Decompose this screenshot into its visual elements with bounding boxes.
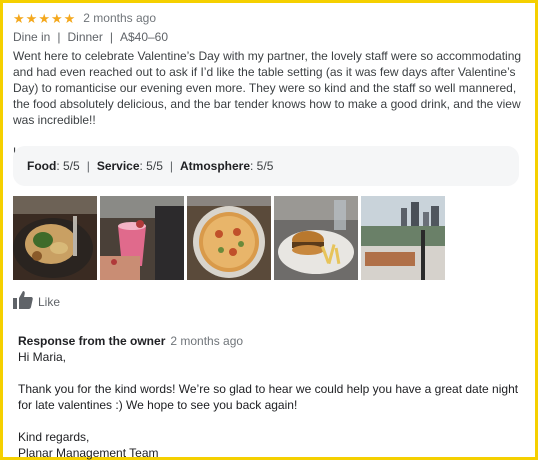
- pink-cocktail-photo[interactable]: [100, 196, 184, 280]
- meta-price-range: A$40–60: [119, 30, 169, 44]
- sub-ratings: Food : 5/5 | Service : 5/5 | Atmosphere …: [13, 146, 519, 186]
- meta-service-type: Dine in: [13, 30, 51, 44]
- food-rating-value: : 5/5: [56, 159, 80, 173]
- rating-divider: |: [86, 159, 90, 173]
- meta-meal-type: Dinner: [67, 30, 103, 44]
- service-rating-value: : 5/5: [139, 159, 163, 173]
- owner-response-time: 2 months ago: [170, 334, 244, 348]
- review-meta: Dine in | Dinner | A$40–60: [13, 30, 168, 44]
- food-dish-photo[interactable]: [13, 196, 97, 280]
- review-time: 2 months ago: [83, 11, 156, 25]
- atmosphere-rating-value: : 5/5: [250, 159, 274, 173]
- review-text: Went here to celebrate Valentine’s Day w…: [13, 49, 522, 159]
- review-card: ★ ★ ★ ★ ★ 2 months ago Dine in | Dinner …: [0, 0, 538, 460]
- burger-and-fries-photo[interactable]: [274, 196, 358, 280]
- pizza-photo[interactable]: [187, 196, 271, 280]
- rating-divider: |: [169, 159, 173, 173]
- owner-response-text: Hi Maria, Thank you for the kind words! …: [18, 350, 519, 460]
- meta-divider: |: [109, 30, 113, 44]
- review-header: ★ ★ ★ ★ ★ 2 months ago: [13, 9, 156, 27]
- like-button[interactable]: Like: [13, 290, 61, 314]
- service-rating-label: Service: [96, 159, 140, 173]
- star-icon: ★: [63, 10, 76, 26]
- star-icon: ★: [50, 10, 63, 26]
- atmosphere-rating-label: Atmosphere: [180, 159, 251, 173]
- meta-divider: |: [57, 30, 61, 44]
- food-rating-label: Food: [27, 159, 57, 173]
- thumbs-up-icon: [13, 290, 33, 314]
- river-view-photo[interactable]: [361, 196, 445, 280]
- review-photos: [13, 196, 445, 280]
- star-rating: ★ ★ ★ ★ ★: [13, 12, 75, 25]
- owner-response-header: Response from the owner 2 months ago: [18, 333, 523, 349]
- like-label: Like: [38, 295, 61, 309]
- owner-response-title: Response from the owner: [18, 334, 166, 348]
- owner-response: Response from the owner 2 months ago Hi …: [18, 333, 523, 461]
- star-icon: ★: [38, 10, 50, 26]
- star-icon: ★: [25, 10, 38, 26]
- star-icon: ★: [13, 10, 25, 26]
